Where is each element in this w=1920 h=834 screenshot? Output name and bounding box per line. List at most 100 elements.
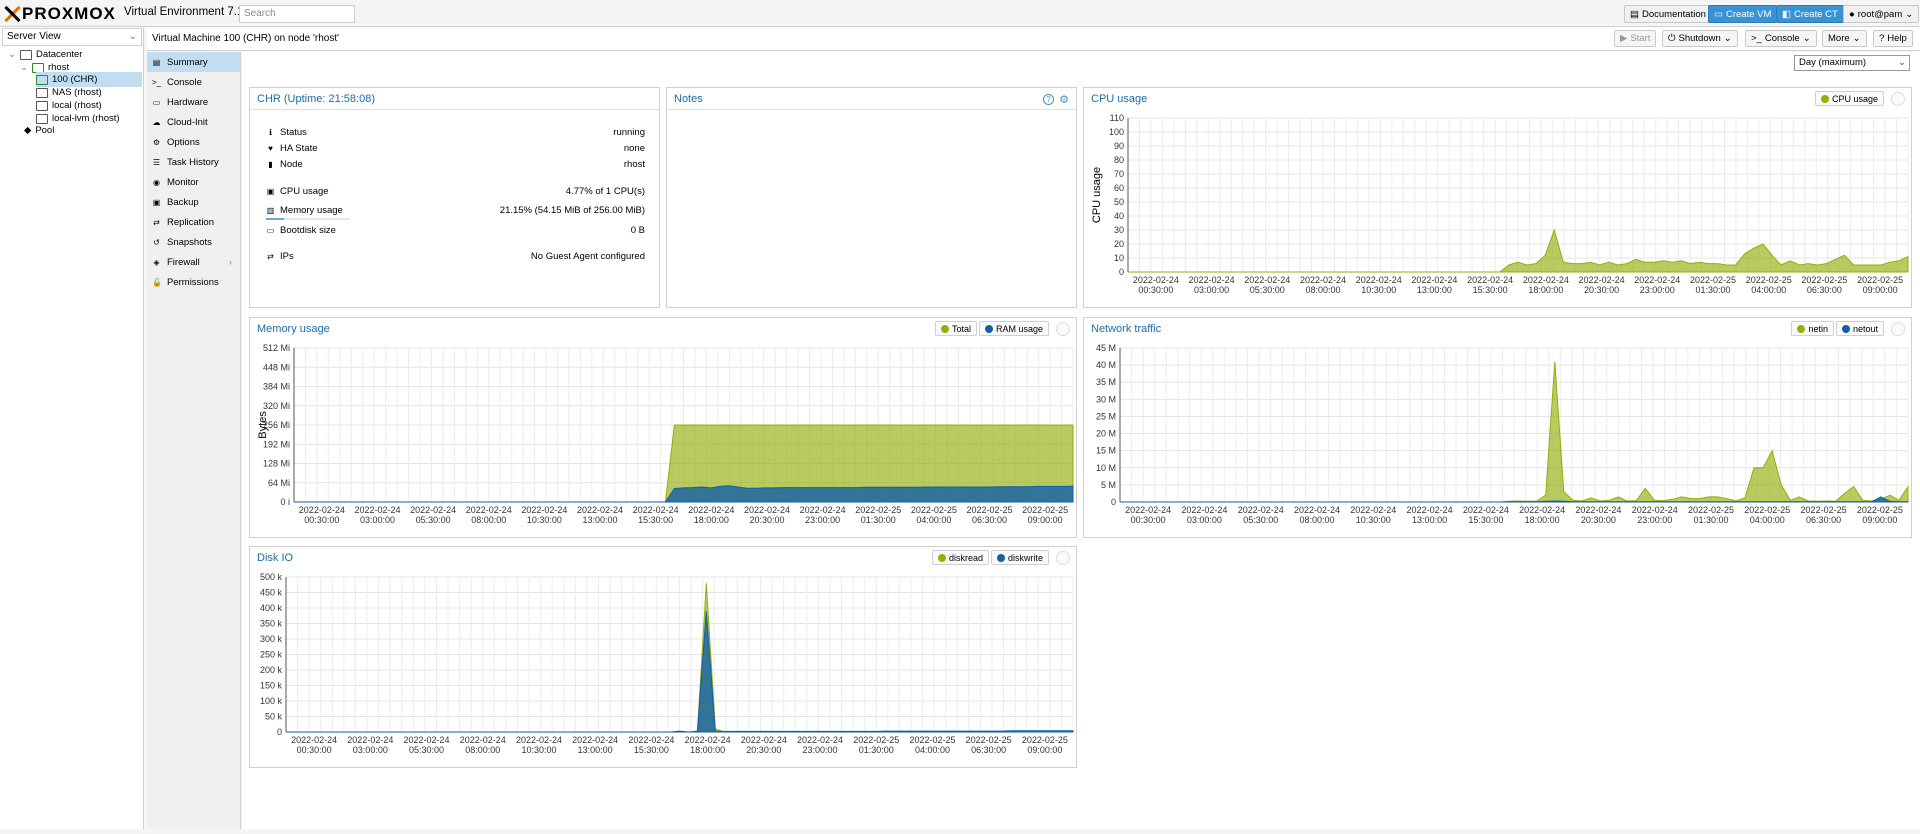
- menu-item-summary[interactable]: ▤ Summary: [147, 52, 240, 72]
- menu-item-label: Snapshots: [167, 236, 212, 248]
- menu-item-label: Firewall: [167, 256, 200, 268]
- x-tick-label: 2022-02-24 10:30:00: [1350, 505, 1396, 525]
- notes-panel: Notes ? ⚙: [666, 87, 1077, 308]
- tree-item-label: Pool: [35, 125, 55, 136]
- y-tick-label: 0: [277, 727, 282, 737]
- tags-icon: ◆: [24, 125, 32, 136]
- y-tick-label: 0: [1111, 497, 1116, 507]
- search-input[interactable]: Search: [239, 5, 355, 23]
- shutdown-button[interactable]: ⏻ Shutdown ⌄: [1662, 30, 1738, 47]
- x-tick-label: 2022-02-24 10:30:00: [521, 505, 567, 525]
- gear-icon: ⚙: [152, 137, 161, 147]
- menu-item-backup[interactable]: ▣ Backup: [147, 192, 240, 212]
- user-icon: ●: [1849, 8, 1855, 20]
- book-icon: ▤: [152, 57, 161, 67]
- tree-item-pool[interactable]: ◆ Pool: [24, 123, 54, 138]
- notes-title: Notes: [674, 93, 703, 105]
- proxmox-logo[interactable]: PROXMOX: [4, 4, 116, 23]
- menu-item-console[interactable]: >_ Console: [147, 72, 240, 92]
- documentation-button[interactable]: ▤ Documentation: [1624, 5, 1712, 23]
- menu-item-hardware[interactable]: ▭ Hardware: [147, 92, 240, 112]
- x-tick-label: 2022-02-24 23:00:00: [1634, 275, 1680, 295]
- info-icon: ℹ: [268, 127, 273, 137]
- unlock-icon: 🔓: [152, 277, 162, 287]
- y-tick-label: 40 M: [1096, 360, 1116, 370]
- user-menu-button[interactable]: ● root@pam ⌄: [1843, 5, 1920, 23]
- cloud-icon: ☁: [152, 117, 161, 127]
- menu-item-label: Replication: [167, 216, 214, 228]
- vm-menu: ▤ Summary >_ Console ▭ Hardware ☁ Cloud-Init ⚙ Op…: [147, 52, 241, 829]
- x-tick-label: 2022-02-25 09:00:00: [1857, 275, 1903, 295]
- desktop-icon: ▭: [152, 97, 161, 107]
- help-button[interactable]: ? Help: [1873, 30, 1913, 47]
- y-tick-label: 300 k: [260, 634, 283, 644]
- x-tick-label: 2022-02-24 00:30:00: [1133, 275, 1179, 295]
- view-selector-value: Server View: [7, 31, 61, 42]
- x-tick-label: 2022-02-24 10:30:00: [516, 735, 562, 755]
- y-tick-label: 60: [1114, 183, 1124, 193]
- menu-item-cloud-init[interactable]: ☁ Cloud-Init: [147, 112, 240, 132]
- menu-item-label: Monitor: [167, 176, 199, 188]
- eye-icon: ◉: [153, 177, 160, 187]
- server-icon: [31, 62, 44, 73]
- y-tick-label: 350 k: [260, 619, 283, 629]
- y-tick-label: 448 Mi: [263, 362, 290, 372]
- menu-item-label: Backup: [167, 196, 199, 208]
- console-button[interactable]: >_ Console ⌄: [1745, 30, 1817, 47]
- x-tick-label: 2022-02-24 13:00:00: [1407, 505, 1453, 525]
- y-tick-label: 15 M: [1096, 446, 1116, 456]
- power-icon: ⏻: [1668, 33, 1676, 44]
- memory-usage-row: ▥ Memory usage 21.15% (54.15 MiB of 256.00…: [266, 204, 645, 216]
- x-tick-label: 2022-02-24 08:00:00: [460, 735, 506, 755]
- y-tick-label: 0: [1119, 267, 1124, 277]
- create-vm-button[interactable]: ▭ Create VM: [1708, 5, 1778, 23]
- shield-icon: ◈: [153, 257, 160, 267]
- chevron-down-icon: ⌄: [1723, 33, 1732, 44]
- y-tick-label: 80: [1114, 155, 1124, 165]
- status-value: running: [613, 126, 645, 138]
- menu-item-snapshots[interactable]: ↺ Snapshots: [147, 232, 240, 252]
- question-icon[interactable]: ?: [1043, 94, 1054, 105]
- menu-item-permissions[interactable]: 🔓 Permissions: [147, 272, 240, 292]
- timeframe-selector[interactable]: Day (maximum) ⌄: [1794, 55, 1910, 71]
- cube-icon: ◧: [1782, 8, 1791, 20]
- top-bar: PROXMOX Virtual Environment 7.1-7 Search…: [0, 0, 1920, 27]
- y-tick-label: 512 Mi: [263, 343, 290, 353]
- x-tick-label: 2022-02-25 06:30:00: [967, 505, 1013, 525]
- heartbeat-icon: ♥: [268, 143, 273, 153]
- menu-item-label: Hardware: [167, 96, 209, 108]
- menu-item-label: Permissions: [167, 276, 219, 288]
- memory-usage-panel: Memory usage Total RAM usage 0 i 64 Mi 128…: [249, 317, 1077, 538]
- create-ct-button[interactable]: ◧ Create CT: [1776, 5, 1844, 23]
- collapse-icon: ⌄: [20, 62, 28, 73]
- ha-state-value: none: [623, 142, 645, 154]
- menu-item-replication[interactable]: ⇄ Replication: [147, 212, 240, 232]
- gear-icon[interactable]: ⚙: [1059, 93, 1069, 106]
- menu-item-label: Cloud-Init: [167, 116, 208, 128]
- more-button[interactable]: More ⌄: [1822, 30, 1867, 47]
- database-icon: [36, 113, 48, 124]
- y-tick-label: 110: [1110, 113, 1124, 123]
- ips-row: ⇄ IPs No Guest Agent configured: [266, 250, 645, 262]
- tree-item-label: NAS (rhost): [52, 87, 102, 98]
- menu-item-task-history[interactable]: ☰ Task History: [147, 152, 240, 172]
- menu-item-monitor[interactable]: ◉ Monitor: [147, 172, 240, 192]
- start-label: Start: [1630, 33, 1651, 44]
- x-tick-label: 2022-02-24 20:30:00: [744, 505, 790, 525]
- status-row: ℹ Status running: [266, 126, 645, 138]
- menu-item-firewall[interactable]: ◈ Firewall ›: [147, 252, 240, 272]
- x-tick-label: 2022-02-24 13:00:00: [572, 735, 618, 755]
- ips-value: No Guest Agent configured: [530, 250, 645, 262]
- start-button[interactable]: ▶ Start: [1614, 30, 1657, 47]
- menu-item-options[interactable]: ⚙ Options: [147, 132, 240, 152]
- x-tick-label: 2022-02-24 03:00:00: [354, 505, 400, 525]
- y-tick-label: 0 i: [280, 497, 290, 507]
- view-selector[interactable]: Server View ⌄: [2, 28, 142, 46]
- notes-body: [667, 109, 1076, 307]
- y-tick-label: 100 k: [260, 696, 283, 706]
- tree-item-label: local (rhost): [52, 100, 102, 111]
- building-icon: ▮: [268, 159, 273, 169]
- menu-item-label: Summary: [167, 56, 208, 68]
- floppy-icon: ▣: [152, 197, 161, 207]
- disk-io-chart: 0 50 k 100 k 150 k 200 k 250 k 300 k 350 k 400 k…: [260, 572, 1074, 755]
